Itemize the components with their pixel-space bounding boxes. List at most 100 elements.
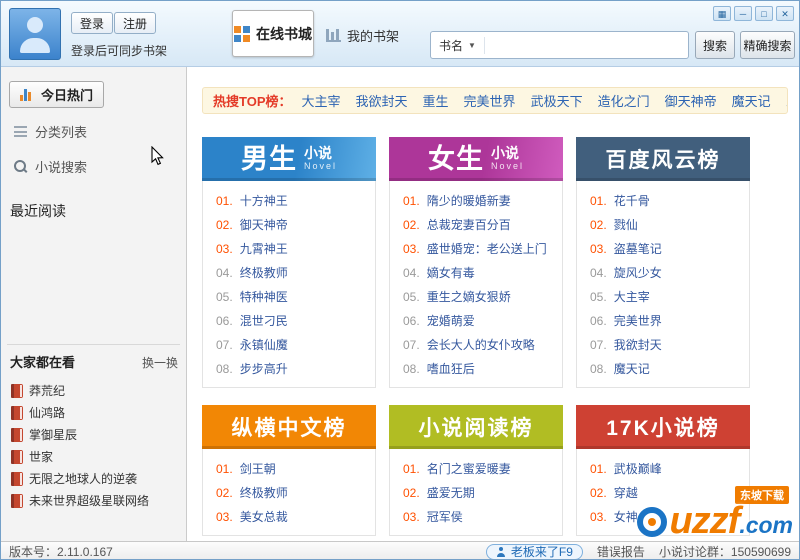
sidebar-item-today-hot[interactable]: 今日热门 [9, 81, 105, 108]
ranked-book-item[interactable]: 08. 步步高升 [203, 357, 375, 381]
mouse-cursor-icon [151, 146, 164, 166]
ranked-book-item[interactable]: 02. 御天神帝 [203, 213, 375, 237]
ranked-book-item[interactable]: 03. 美女总裁 [203, 505, 375, 529]
rank-number: 03. [216, 510, 233, 524]
hot-search-link[interactable]: 大主宰 [302, 94, 341, 109]
rank-number: 02. [403, 218, 420, 232]
user-avatar[interactable] [9, 8, 61, 60]
ranked-book-item[interactable]: 07. 永镇仙魔 [203, 333, 375, 357]
rank-number: 02. [216, 486, 233, 500]
search-category-dropdown[interactable]: 书名 ▼ [439, 36, 485, 54]
ranked-book-item[interactable]: 05. 大主宰 [577, 285, 749, 309]
ranked-book-item[interactable]: 01. 武极巅峰 [577, 457, 749, 481]
precise-search-button[interactable]: 精确搜索 [740, 31, 795, 59]
board-reading: 小说阅读榜 01. 名门之蜜爱暖妻 02. 盛爱无期 03. 冠军侯 [389, 405, 563, 536]
board-baidu: 百度风云榜 01. 花千骨 02. 戮仙 03. 盗墓笔记 04. 旋风少女 05. 大主宰 06. 完… [576, 137, 750, 388]
hot-search-links: 大主宰我欲封天重生完美世界武极天下造化之门御天神帝魔天记系统 [302, 91, 788, 110]
ranked-book-item[interactable]: 06. 完美世界 [577, 309, 749, 333]
board-list-zongheng: 01. 剑王朝 02. 终极教师 03. 美女总裁 [202, 449, 376, 536]
ranked-book-item[interactable]: 02. 总裁宠妻百分百 [390, 213, 562, 237]
my-bookshelf-tab[interactable]: 我的书架 [326, 26, 399, 45]
book-icon [11, 405, 23, 420]
ranked-book-item[interactable]: 08. 魔天记 [577, 357, 749, 381]
skin-icon[interactable]: ▦ [713, 6, 731, 21]
error-report-link[interactable]: 错误报告 [597, 543, 645, 559]
ranked-book-item[interactable]: 01. 花千骨 [577, 189, 749, 213]
hot-search-link[interactable]: 御天神帝 [665, 94, 717, 109]
book-title: 我欲封天 [613, 338, 662, 352]
search-input[interactable] [490, 32, 688, 58]
ranked-book-item[interactable]: 03. 九霄神王 [203, 237, 375, 261]
bar-chart-icon [20, 88, 34, 101]
book-title: 特种神医 [239, 290, 288, 304]
book-title: 会长大人的女仆攻略 [426, 338, 535, 352]
ranked-book-item[interactable]: 03. 盛世婚宠：老公送上门 [390, 237, 562, 261]
register-button[interactable]: 注册 [114, 12, 157, 34]
rank-number: 07. [590, 338, 607, 352]
chevron-down-icon: ▼ [468, 40, 476, 50]
ranked-book-item[interactable]: 04. 终极教师 [203, 261, 375, 285]
hot-search-link[interactable]: 魔天记 [732, 94, 771, 109]
ranked-book-item[interactable]: 04. 嫡女有毒 [390, 261, 562, 285]
ranked-book-item[interactable]: 02. 盛爱无期 [390, 481, 562, 505]
change-batch-link[interactable]: 换一换 [142, 354, 178, 371]
minimize-icon[interactable]: ─ [734, 6, 752, 21]
board-list-reading: 01. 名门之蜜爱暖妻 02. 盛爱无期 03. 冠军侯 [389, 449, 563, 536]
search-button[interactable]: 搜索 [695, 31, 735, 59]
hot-search-link[interactable]: 造化之门 [598, 94, 650, 109]
bookstore-grid-icon [234, 25, 250, 42]
book-item[interactable]: 莽荒纪 [11, 383, 183, 398]
ranked-book-item[interactable]: 01. 名门之蜜爱暖妻 [390, 457, 562, 481]
ranked-book-item[interactable]: 01. 十方神王 [203, 189, 375, 213]
ranked-book-item[interactable]: 07. 我欲封天 [577, 333, 749, 357]
ranked-book-item[interactable]: 08. 嗜血狂后 [390, 357, 562, 381]
ranked-book-item[interactable]: 07. 会长大人的女仆攻略 [390, 333, 562, 357]
book-item[interactable]: 仙鸿路 [11, 405, 183, 420]
ranked-book-item[interactable]: 02. 戮仙 [577, 213, 749, 237]
book-item[interactable]: 无限之地球人的逆袭 [11, 471, 183, 486]
maximize-icon[interactable]: □ [755, 6, 773, 21]
book-title: 旋风少女 [613, 266, 662, 280]
boss-key-button[interactable]: 老板来了F9 [485, 543, 583, 559]
ranked-book-item[interactable]: 01. 隋少的暖婚新妻 [390, 189, 562, 213]
rank-number: 01. [590, 194, 607, 208]
book-item[interactable]: 世家 [11, 449, 183, 464]
ranked-book-item[interactable]: 06. 宠婚萌爱 [390, 309, 562, 333]
rank-number: 05. [403, 290, 420, 304]
ranked-book-item[interactable]: 01. 剑王朝 [203, 457, 375, 481]
login-button[interactable]: 登录 [71, 12, 114, 34]
ranked-book-item[interactable]: 03. 冠军侯 [390, 505, 562, 529]
ranked-book-item[interactable]: 06. 混世刁民 [203, 309, 375, 333]
sidebar-item-category-list[interactable]: 分类列表 [14, 122, 87, 141]
hot-search-link[interactable]: 重生 [423, 94, 449, 109]
book-title: 盛世婚宠：老公送上门 [426, 242, 547, 256]
book-title: 仙鸿路 [29, 406, 66, 420]
close-icon[interactable]: ✕ [776, 6, 794, 21]
rank-number: 03. [403, 510, 420, 524]
sidebar-item-novel-search[interactable]: 小说搜索 [14, 157, 87, 176]
ranked-book-item[interactable]: 05. 重生之嫡女狠娇 [390, 285, 562, 309]
online-bookstore-button[interactable]: 在线书城 [232, 10, 314, 57]
board-male: 男生 小说 Novel 01. 十方神王 02. 御天神帝 03. 九霄神王 04. 终极教师 05.… [202, 137, 376, 388]
ranked-book-item[interactable]: 04. 旋风少女 [577, 261, 749, 285]
ranked-book-item[interactable]: 05. 特种神医 [203, 285, 375, 309]
hot-search-link[interactable]: 系统 [786, 94, 787, 109]
ranked-book-item[interactable]: 02. 穿越 [577, 481, 749, 505]
search-box: 书名 ▼ [430, 31, 689, 59]
book-title: 总裁宠妻百分百 [426, 218, 511, 232]
board-header-female: 女生 小说 Novel [389, 137, 563, 181]
hot-search-link[interactable]: 完美世界 [464, 94, 516, 109]
hot-search-link[interactable]: 我欲封天 [356, 94, 408, 109]
ranked-book-item[interactable]: 03. 女神 [577, 505, 749, 529]
book-item[interactable]: 未来世界超级星联网络 [11, 493, 183, 508]
board-list-male: 01. 十方神王 02. 御天神帝 03. 九霄神王 04. 终极教师 05. 特种神医 06. 混世… [202, 181, 376, 388]
everyone-watching-title: 大家都在看 [10, 355, 76, 370]
ranked-book-item[interactable]: 03. 盗墓笔记 [577, 237, 749, 261]
hot-search-link[interactable]: 武极天下 [531, 94, 583, 109]
book-item[interactable]: 掌御星辰 [11, 427, 183, 442]
book-title: 永镇仙魔 [239, 338, 288, 352]
board-header-male: 男生 小说 Novel [202, 137, 376, 181]
ranked-book-item[interactable]: 02. 终极教师 [203, 481, 375, 505]
sidebar: 今日热门 分类列表 小说搜索 最近阅读 大家都在看 换一换 莽荒纪 仙鸿路 掌御星辰… [1, 67, 187, 541]
rank-number: 02. [403, 486, 420, 500]
